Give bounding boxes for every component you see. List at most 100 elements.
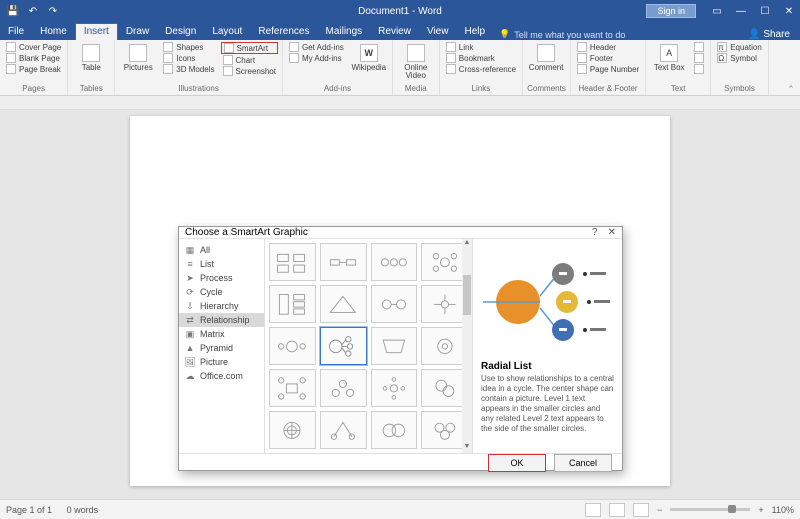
redo-icon[interactable]: ↷ <box>46 4 60 18</box>
3d-models-button[interactable]: 3D Models <box>161 64 216 74</box>
dialog-titlebar[interactable]: Choose a SmartArt Graphic ? ✕ <box>179 227 622 239</box>
nav-officecom[interactable]: ☁Office.com <box>179 369 264 383</box>
save-icon[interactable]: 💾 <box>6 4 20 18</box>
nav-hierarchy[interactable]: ⇩Hierarchy <box>179 299 264 313</box>
tab-design[interactable]: Design <box>157 24 204 40</box>
gallery-thumb[interactable] <box>421 411 468 449</box>
quick-parts-button[interactable] <box>692 42 706 52</box>
gallery-thumb[interactable] <box>421 243 468 281</box>
gallery-thumb[interactable] <box>421 327 468 365</box>
my-addins-button[interactable]: My Add-ins <box>287 53 346 63</box>
nav-cycle[interactable]: ⟳Cycle <box>179 285 264 299</box>
maximize-icon[interactable]: ☐ <box>754 0 776 22</box>
gallery-thumb[interactable] <box>320 243 367 281</box>
nav-matrix[interactable]: ▣Matrix <box>179 327 264 341</box>
footer-button[interactable]: Footer <box>575 53 641 63</box>
gallery-thumb[interactable] <box>421 285 468 323</box>
cover-page-button[interactable]: Cover Page <box>4 42 63 52</box>
scrollbar-thumb[interactable] <box>463 275 471 315</box>
nav-picture[interactable]: 🖼Picture <box>179 355 264 369</box>
gallery-thumb[interactable] <box>371 327 418 365</box>
gallery-thumb[interactable] <box>371 285 418 323</box>
blank-page-button[interactable]: Blank Page <box>4 53 63 63</box>
online-video-button[interactable]: Online Video <box>397 42 435 80</box>
close-icon[interactable]: ✕ <box>778 0 800 22</box>
shapes-button[interactable]: Shapes <box>161 42 216 52</box>
drop-cap-button[interactable] <box>692 64 706 74</box>
close-dialog-icon[interactable]: ✕ <box>608 227 616 238</box>
zoom-out-icon[interactable]: − <box>657 505 662 515</box>
gallery-thumb[interactable] <box>269 327 316 365</box>
gallery-thumb[interactable] <box>269 411 316 449</box>
gallery-thumb[interactable] <box>269 285 316 323</box>
link-button[interactable]: Link <box>444 42 518 52</box>
tab-review[interactable]: Review <box>370 24 419 40</box>
icons-button[interactable]: Icons <box>161 53 216 63</box>
zoom-level[interactable]: 110% <box>772 505 794 515</box>
scroll-up-icon[interactable]: ▲ <box>462 239 472 249</box>
page-number-button[interactable]: Page Number <box>575 64 641 74</box>
gallery-scrollbar[interactable]: ▲ ▼ <box>462 239 472 453</box>
wikipedia-button[interactable]: WWikipedia <box>350 42 388 72</box>
tab-view[interactable]: View <box>419 24 457 40</box>
collapse-ribbon-icon[interactable]: ⌃ <box>782 40 800 95</box>
wordart-button[interactable] <box>692 53 706 63</box>
help-icon[interactable]: ? <box>592 227 598 238</box>
get-addins-button[interactable]: Get Add-ins <box>287 42 346 52</box>
gallery-thumb[interactable] <box>320 411 367 449</box>
chart-button[interactable]: Chart <box>221 55 278 65</box>
ribbon-options-icon[interactable]: ▭ <box>706 0 728 22</box>
ruler[interactable] <box>0 96 800 110</box>
equation-button[interactable]: πEquation <box>715 42 764 52</box>
view-web-layout-icon[interactable] <box>633 503 649 517</box>
signin-button[interactable]: Sign in <box>646 4 696 18</box>
tab-file[interactable]: File <box>0 24 32 40</box>
tab-help[interactable]: Help <box>456 24 493 40</box>
status-words[interactable]: 0 words <box>67 505 99 515</box>
tell-me[interactable]: 💡Tell me what you want to do <box>499 29 625 40</box>
pictures-button[interactable]: Pictures <box>119 42 157 72</box>
zoom-slider-thumb[interactable] <box>728 505 736 513</box>
page-break-button[interactable]: Page Break <box>4 64 63 74</box>
nav-all[interactable]: ▦All <box>179 243 264 257</box>
smartart-button[interactable]: SmartArt <box>221 42 278 54</box>
tab-insert[interactable]: Insert <box>75 23 118 40</box>
tab-draw[interactable]: Draw <box>118 24 157 40</box>
gallery-thumb[interactable] <box>269 243 316 281</box>
minimize-icon[interactable]: ― <box>730 0 752 22</box>
view-read-mode-icon[interactable] <box>585 503 601 517</box>
table-button[interactable]: Table <box>72 42 110 72</box>
cross-ref-button[interactable]: Cross-reference <box>444 64 518 74</box>
symbol-button[interactable]: ΩSymbol <box>715 53 764 63</box>
textbox-button[interactable]: AText Box <box>650 42 688 72</box>
gallery-thumb[interactable] <box>269 369 316 407</box>
share-button[interactable]: 👤 Share <box>738 29 800 40</box>
tab-mailings[interactable]: Mailings <box>317 24 370 40</box>
gallery-thumb[interactable] <box>320 285 367 323</box>
view-print-layout-icon[interactable] <box>609 503 625 517</box>
header-button[interactable]: Header <box>575 42 641 52</box>
nav-relationship[interactable]: ⇄Relationship <box>179 313 264 327</box>
tab-home[interactable]: Home <box>32 24 75 40</box>
nav-process[interactable]: ➤Process <box>179 271 264 285</box>
bookmark-button[interactable]: Bookmark <box>444 53 518 63</box>
tab-references[interactable]: References <box>250 24 317 40</box>
gallery-thumb[interactable] <box>371 243 418 281</box>
gallery-thumb[interactable] <box>371 369 418 407</box>
gallery-thumb[interactable] <box>371 411 418 449</box>
nav-list[interactable]: ≡List <box>179 257 264 271</box>
gallery-thumb-selected[interactable] <box>320 327 367 365</box>
screenshot-button[interactable]: Screenshot <box>221 66 278 76</box>
zoom-in-icon[interactable]: + <box>758 505 763 515</box>
cancel-button[interactable]: Cancel <box>554 454 612 472</box>
nav-pyramid[interactable]: ▲Pyramid <box>179 341 264 355</box>
gallery-thumb[interactable] <box>320 369 367 407</box>
zoom-slider[interactable] <box>670 508 750 511</box>
scroll-down-icon[interactable]: ▼ <box>462 443 472 453</box>
tab-layout[interactable]: Layout <box>204 24 250 40</box>
ok-button[interactable]: OK <box>488 454 546 472</box>
gallery-thumb[interactable] <box>421 369 468 407</box>
undo-icon[interactable]: ↶ <box>26 4 40 18</box>
comment-button[interactable]: Comment <box>527 42 565 72</box>
status-page[interactable]: Page 1 of 1 <box>6 505 52 515</box>
